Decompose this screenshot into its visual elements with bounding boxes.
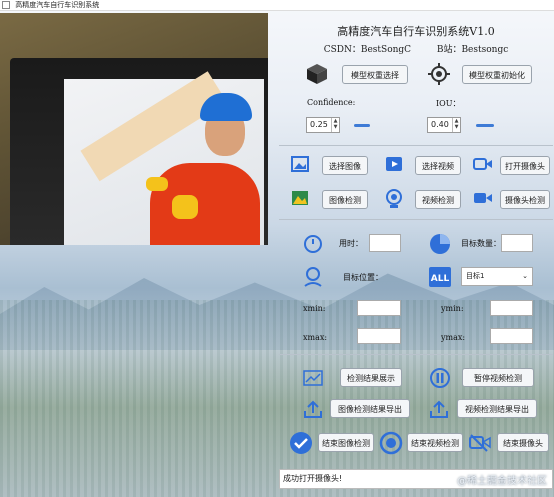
image-icon [291,156,309,172]
iou-slider[interactable] [476,124,494,127]
open-camera-button[interactable]: 打开摄像头 [500,156,550,175]
window-title: 高精度汽车自行车识别系统 [15,1,100,9]
iou-spinbox[interactable]: 0.40 ▲ ▼ [427,117,461,133]
divider [279,145,553,146]
landscape-image-icon [292,191,308,205]
end-camera-button[interactable]: 结束摄像头 [497,433,549,452]
pause-icon [430,368,450,388]
iou-label: IOU： [436,99,461,108]
spin-arrows-icon[interactable]: ▲ ▼ [452,118,460,132]
divider [279,354,553,355]
ymax-field [490,328,533,344]
export-video-results-button[interactable]: 视频检测结果导出 [457,399,537,418]
bilibili-label: B站：Bestsongc [436,45,509,55]
count-value-field [501,234,533,252]
confidence-label: Confidence: [307,98,356,107]
csdn-label: CSDN：BestSongC [323,45,412,55]
window-titlebar: 高精度汽车自行车识别系统 [0,0,554,11]
model-select-button[interactable]: 模型权重选择 [342,65,408,84]
cube-icon [307,64,327,84]
ymin-label: ymin: [441,304,464,313]
webcam-icon [386,189,402,208]
xmax-label: xmax: [303,333,328,342]
author-info: CSDN：BestSongC B站：Bestsongc [279,42,553,55]
count-label: 目标数量： [461,239,501,248]
ymin-field [490,300,533,316]
pause-video-button[interactable]: 暂停视频检测 [462,368,534,387]
camera-detect-button[interactable]: 摄像头检测 [500,190,550,209]
status-message: 成功打开摄像头! [283,474,343,483]
video-camera-icon [474,193,492,203]
time-label: 用时： [339,239,363,248]
select-image-button[interactable]: 选择图像 [322,156,368,175]
location-pin-icon [304,267,322,287]
image-detect-button[interactable]: 图像检测 [322,190,368,209]
video-detect-button[interactable]: 视频检测 [415,190,461,209]
end-video-detect-button[interactable]: 结束视频检测 [407,433,463,452]
confidence-spinbox[interactable]: 0.25 ▲ ▼ [306,117,340,133]
svg-text:ALL: ALL [431,274,450,284]
export-image-results-button[interactable]: 图像检测结果导出 [330,399,410,418]
chevron-down-icon: ⌄ [522,272,528,280]
xmin-field [357,300,401,316]
spin-arrows-icon[interactable]: ▲ ▼ [331,118,339,132]
position-label: 目标位置： [343,273,383,282]
show-results-button[interactable]: 检测结果展示 [340,368,402,387]
line-chart-icon [303,370,323,386]
all-icon: ALL [429,267,451,287]
xmin-label: xmin: [303,304,326,313]
app-icon [2,1,10,9]
end-image-detect-button[interactable]: 结束图像检测 [318,433,374,452]
control-panel: 高精度汽车自行车识别系统V1.0 CSDN：BestSongC B站：Bests… [279,13,553,491]
xmax-field [357,328,401,344]
model-init-button[interactable]: 模型权重初始化 [462,65,532,84]
target-icon [428,63,450,85]
confidence-slider[interactable] [354,124,370,127]
camera-off-icon [469,434,491,452]
divider [279,219,553,220]
camera-icon [473,158,492,170]
upload-icon [430,400,448,418]
pie-chart-icon [430,234,450,254]
check-circle-icon [290,432,312,454]
target-select-dropdown[interactable]: 目标1 ⌄ [461,267,533,286]
confidence-value: 0.25 [310,120,328,129]
watermark: @稀土掘金技术社区 [457,476,547,487]
iou-value: 0.40 [431,120,449,129]
select-video-button[interactable]: 选择视频 [415,156,461,175]
upload-icon [304,400,322,418]
time-value-field [369,234,401,252]
video-display [0,13,268,245]
target-select-value: 目标1 [466,272,485,280]
stop-icon [379,431,403,455]
app-heading: 高精度汽车自行车识别系统V1.0 [337,25,495,38]
play-video-icon [386,157,402,171]
clock-icon [304,235,322,253]
ymax-label: ymax: [441,333,466,342]
